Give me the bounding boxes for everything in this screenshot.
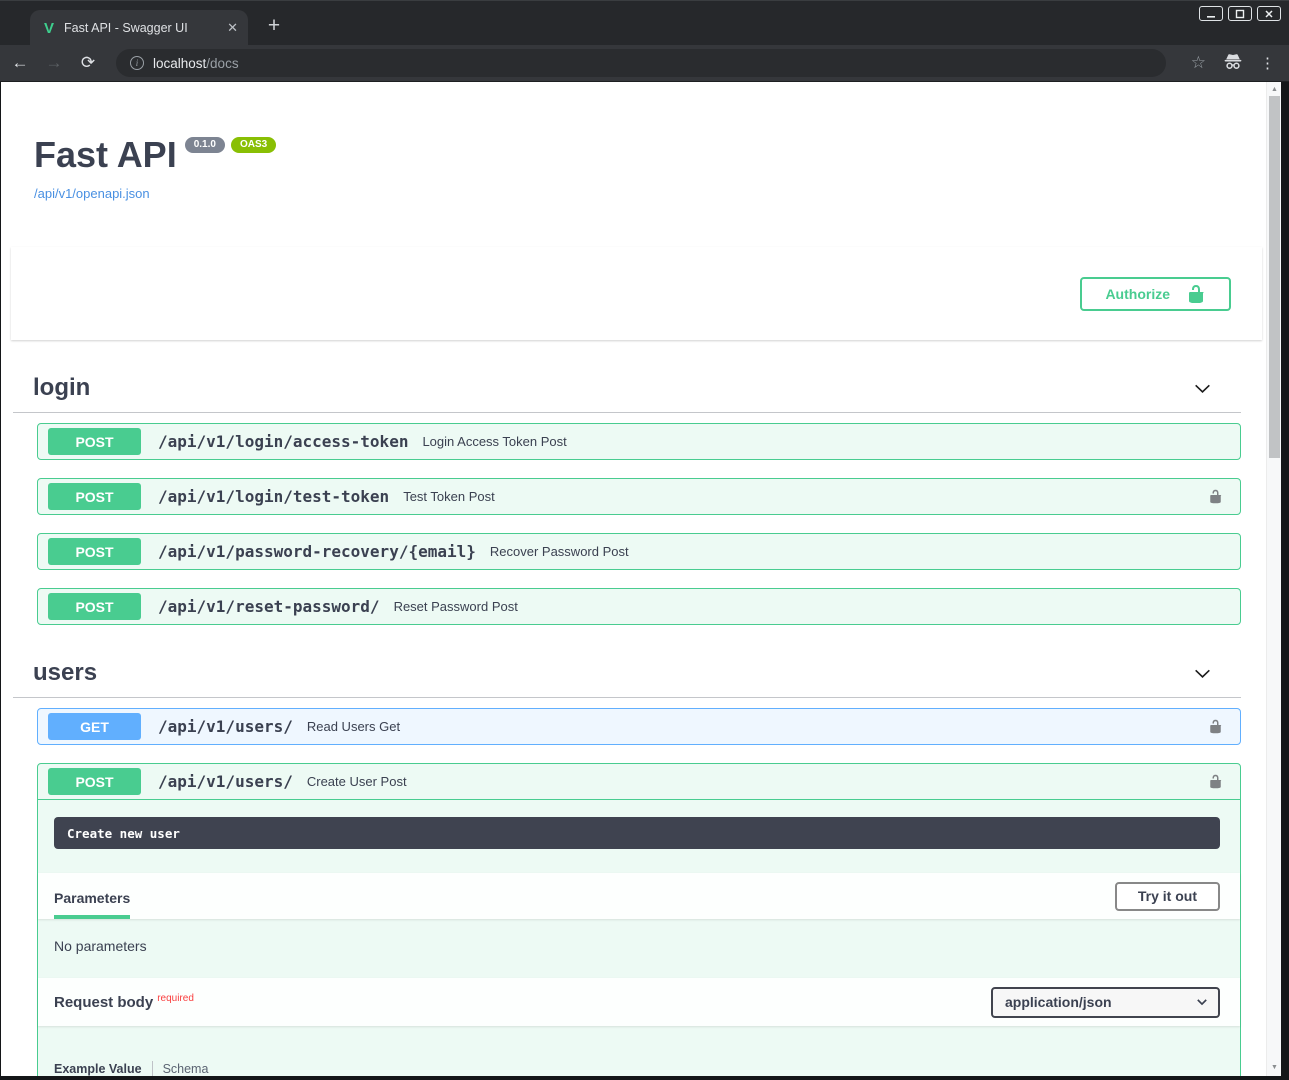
operation-description: Login Access Token Post [422, 434, 566, 449]
operation-description-bar: Create new user [54, 817, 1220, 849]
method-badge: POST [48, 483, 141, 510]
chevron-down-icon[interactable] [1192, 378, 1213, 399]
operation-path: /api/v1/login/access-token [158, 432, 408, 451]
try-it-out-button[interactable]: Try it out [1115, 882, 1220, 911]
url-text: localhost/docs [153, 56, 239, 71]
operation-path: /api/v1/password-recovery/{email} [158, 542, 476, 561]
incognito-icon [1222, 51, 1244, 76]
version-badge: 0.1.0 [185, 137, 225, 153]
browser-tab[interactable]: V Fast API - Swagger UI ✕ [30, 10, 248, 46]
tag-name: users [33, 659, 97, 687]
operation-description: Read Users Get [307, 719, 400, 734]
method-badge: POST [48, 768, 141, 795]
forward-button[interactable]: → [40, 53, 68, 73]
operation-summary[interactable]: POST /api/v1/login/access-token Login Ac… [38, 424, 1240, 459]
operation-summary[interactable]: GET /api/v1/users/ Read Users Get [38, 709, 1240, 744]
method-badge: POST [48, 428, 141, 455]
site-favicon-icon: V [44, 21, 54, 36]
auth-lock-icon[interactable] [1208, 773, 1223, 790]
media-type-value: application/json [1005, 994, 1112, 1010]
page-scrollbar[interactable]: ▲ ▼ [1266, 82, 1281, 1076]
operation-path: /api/v1/login/test-token [158, 487, 389, 506]
method-badge: POST [48, 538, 141, 565]
operation-description: Create User Post [307, 774, 407, 789]
operation-body: Create new user Parameters Try it out No… [38, 817, 1240, 1076]
bookmark-star-icon[interactable]: ☆ [1191, 53, 1206, 73]
back-button[interactable]: ← [6, 53, 34, 73]
operation-path: /api/v1/users/ [158, 772, 293, 791]
operation-row-expanded: POST /api/v1/users/ Create User Post Cre… [37, 763, 1241, 1076]
tab-close-icon[interactable]: ✕ [227, 20, 238, 36]
reload-button[interactable]: ⟳ [74, 53, 102, 73]
operation-summary[interactable]: POST /api/v1/login/test-token Test Token… [38, 479, 1240, 514]
scroll-down-icon[interactable]: ▼ [1267, 1061, 1282, 1074]
operation-description: Reset Password Post [394, 599, 518, 614]
tag-name: login [33, 374, 90, 402]
browser-titlebar: V Fast API - Swagger UI ✕ + [0, 0, 1289, 45]
authorize-button[interactable]: Authorize [1080, 277, 1231, 311]
operation-row: GET /api/v1/users/ Read Users Get [37, 708, 1241, 745]
operation-row: POST /api/v1/login/test-token Test Token… [37, 478, 1241, 515]
tag-section-users[interactable]: users [13, 651, 1241, 698]
new-tab-button[interactable]: + [260, 13, 288, 41]
operation-description: Test Token Post [403, 489, 495, 504]
auth-lock-icon[interactable] [1208, 718, 1223, 735]
close-icon [1264, 9, 1274, 19]
tab-title: Fast API - Swagger UI [64, 21, 219, 35]
method-badge: GET [48, 713, 141, 740]
no-parameters-text: No parameters [38, 919, 1240, 978]
operation-summary[interactable]: POST /api/v1/users/ Create User Post [38, 764, 1240, 800]
parameters-header: Parameters Try it out [38, 873, 1240, 919]
request-body-header: Request body required application/json [38, 978, 1240, 1026]
method-badge: POST [48, 593, 141, 620]
unlock-icon [1186, 284, 1206, 304]
chevron-down-icon[interactable] [1192, 663, 1213, 684]
maximize-icon [1235, 9, 1245, 19]
operation-path: /api/v1/reset-password/ [158, 597, 380, 616]
openapi-spec-link[interactable]: /api/v1/openapi.json [34, 186, 1266, 201]
operation-row: POST /api/v1/reset-password/ Reset Passw… [37, 588, 1241, 625]
scroll-up-icon[interactable]: ▲ [1267, 83, 1282, 96]
minimize-button[interactable] [1199, 6, 1223, 21]
media-type-select[interactable]: application/json [991, 987, 1220, 1018]
example-value-tab[interactable]: Example Value [54, 1062, 142, 1076]
oas3-badge: OAS3 [231, 137, 276, 153]
required-label: required [157, 993, 194, 1004]
operation-summary[interactable]: POST /api/v1/password-recovery/{email} R… [38, 534, 1240, 569]
schema-tab[interactable]: Schema [163, 1062, 209, 1076]
operation-row: POST /api/v1/login/access-token Login Ac… [37, 423, 1241, 460]
operation-row: POST /api/v1/password-recovery/{email} R… [37, 533, 1241, 570]
swagger-page: Fast API 0.1.0 OAS3 /api/v1/openapi.json A… [1, 82, 1266, 1076]
operation-description: Recover Password Post [490, 544, 629, 559]
example-area: Example Value Schema { [38, 1026, 1240, 1076]
maximize-button[interactable] [1228, 6, 1252, 21]
auth-lock-icon[interactable] [1208, 488, 1223, 505]
browser-menu-icon[interactable]: ⋮ [1260, 54, 1275, 72]
tag-section-login[interactable]: login [13, 366, 1241, 413]
site-info-icon[interactable]: i [130, 56, 144, 70]
chevron-down-icon [1195, 995, 1209, 1009]
operation-summary[interactable]: POST /api/v1/reset-password/ Reset Passw… [38, 589, 1240, 624]
address-bar[interactable]: i localhost/docs [116, 49, 1166, 77]
parameters-tab[interactable]: Parameters [54, 877, 130, 919]
scrollbar-thumb[interactable] [1269, 96, 1280, 458]
api-info: Fast API 0.1.0 OAS3 /api/v1/openapi.json [34, 134, 1266, 201]
tab-divider [152, 1061, 153, 1076]
browser-toolbar: ← → ⟳ i localhost/docs ☆ ⋮ [0, 45, 1289, 82]
window-controls [1199, 6, 1281, 21]
scheme-container: Authorize [11, 247, 1262, 340]
page-title: Fast API [34, 134, 177, 175]
authorize-label: Authorize [1105, 286, 1170, 302]
operation-path: /api/v1/users/ [158, 717, 293, 736]
minimize-icon [1206, 9, 1216, 19]
request-body-label: Request body [54, 994, 153, 1011]
close-window-button[interactable] [1257, 6, 1281, 21]
